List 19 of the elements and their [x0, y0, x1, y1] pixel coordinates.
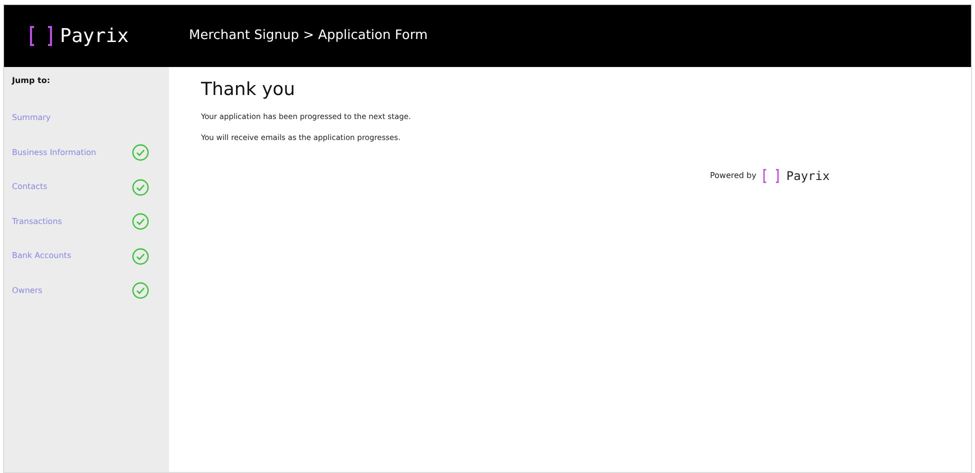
- check-circle-icon: [132, 144, 149, 162]
- page-title: Thank you: [201, 79, 296, 101]
- sidebar-link[interactable]: Owners: [12, 284, 42, 297]
- logo-icon: [28, 26, 54, 46]
- check-circle-icon: [132, 178, 149, 196]
- brand-name: Payrix: [60, 24, 129, 49]
- sidebar-link[interactable]: Summary: [12, 112, 51, 124]
- footer-brand-name: Payrix: [786, 168, 830, 186]
- check-circle-icon: [132, 282, 149, 300]
- sidebar-link[interactable]: Bank Accounts: [12, 250, 72, 262]
- sidebar-link[interactable]: Business Information: [12, 146, 96, 159]
- logo-icon: [761, 169, 782, 184]
- check-circle-icon: [132, 248, 149, 265]
- check-circle-icon: [132, 213, 149, 230]
- sidebar-link[interactable]: Contacts: [12, 181, 48, 194]
- powered-by-text: Powered by: [710, 170, 756, 182]
- sidebar-link[interactable]: Transactions: [12, 216, 62, 228]
- sidebar-heading: Jump to:: [12, 75, 52, 87]
- breadcrumb: Merchant Signup > Application Form: [189, 27, 428, 46]
